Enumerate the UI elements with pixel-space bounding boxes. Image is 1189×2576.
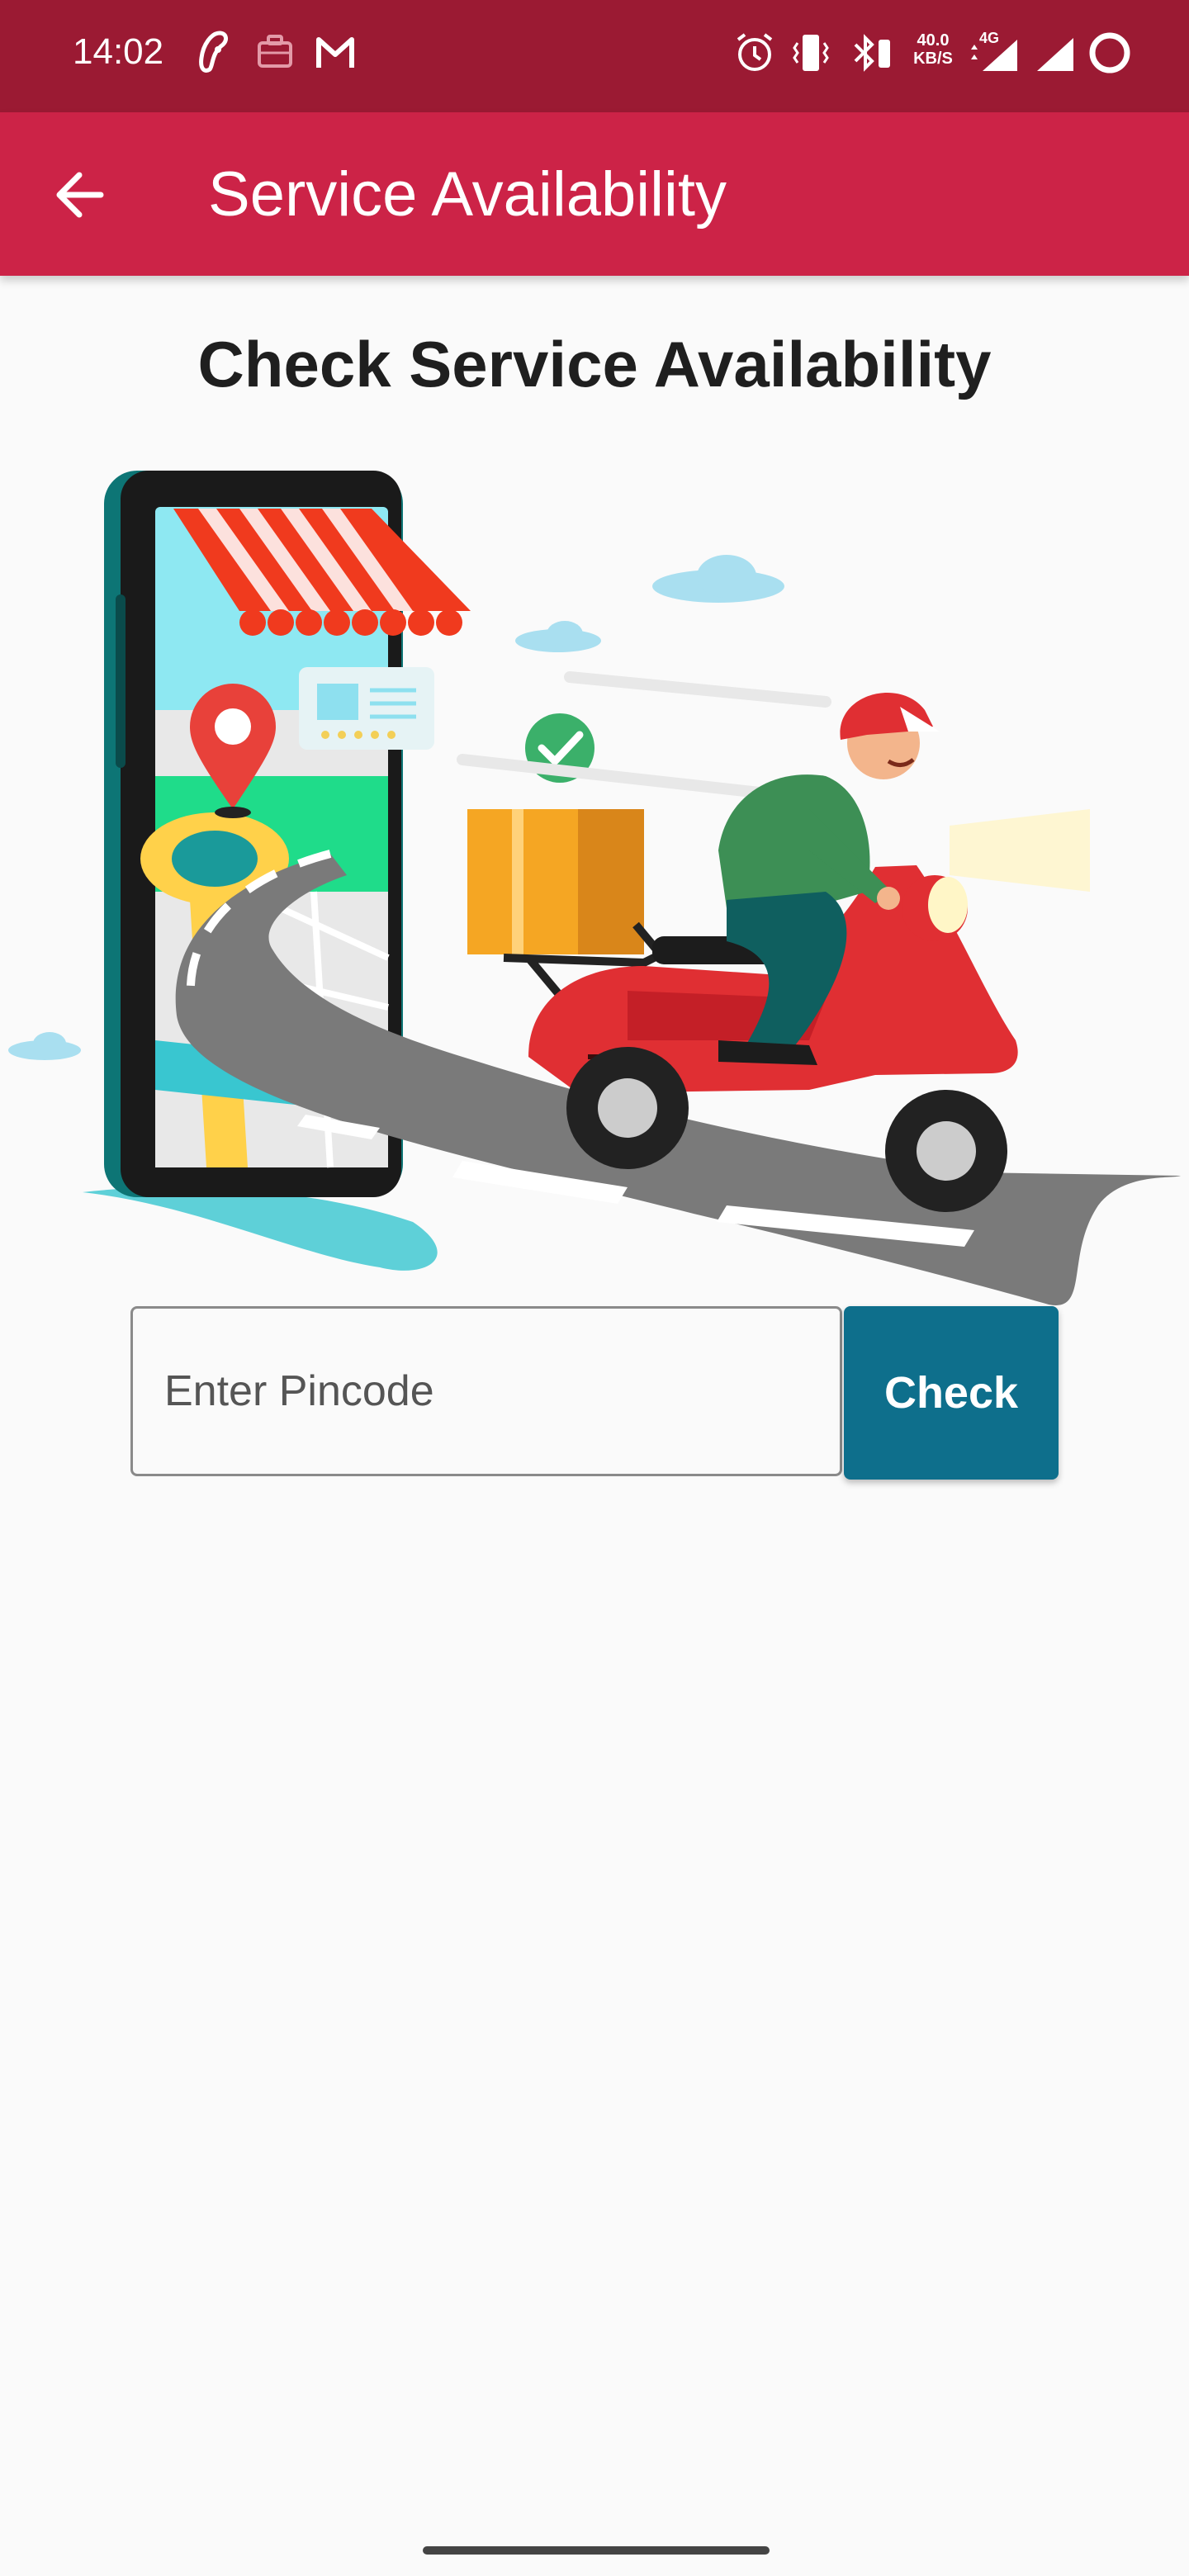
alarm-icon (737, 33, 773, 71)
check-button[interactable]: Check (844, 1306, 1059, 1480)
briefcase-icon (258, 35, 292, 68)
signal-icon: 4G (971, 30, 1017, 71)
gmail-icon (316, 37, 354, 68)
network-speed-unit: KB/S (913, 50, 953, 68)
back-arrow-icon[interactable] (50, 163, 112, 226)
home-indicator[interactable] (423, 2546, 770, 2555)
battery-ring-icon (1089, 32, 1130, 73)
status-bar: 14:02 40.0 KB/S 4G (0, 0, 1189, 112)
vibrate-icon (793, 35, 829, 71)
app-bar: Service Availability (0, 112, 1189, 276)
network-speed: 40.0 KB/S (905, 31, 961, 68)
signal-icon-2 (1037, 38, 1073, 71)
network-type-label: 4G (979, 30, 999, 46)
status-time: 14:02 (73, 31, 164, 72)
delivery-scooter-illustration (8, 471, 1181, 1305)
pincode-input[interactable] (130, 1306, 842, 1476)
bluetooth-icon (854, 34, 890, 72)
page-heading: Check Service Availability (197, 328, 992, 400)
app-notification-icon (199, 31, 228, 73)
app-bar-title: Service Availability (208, 159, 727, 230)
network-speed-value: 40.0 (917, 31, 950, 50)
